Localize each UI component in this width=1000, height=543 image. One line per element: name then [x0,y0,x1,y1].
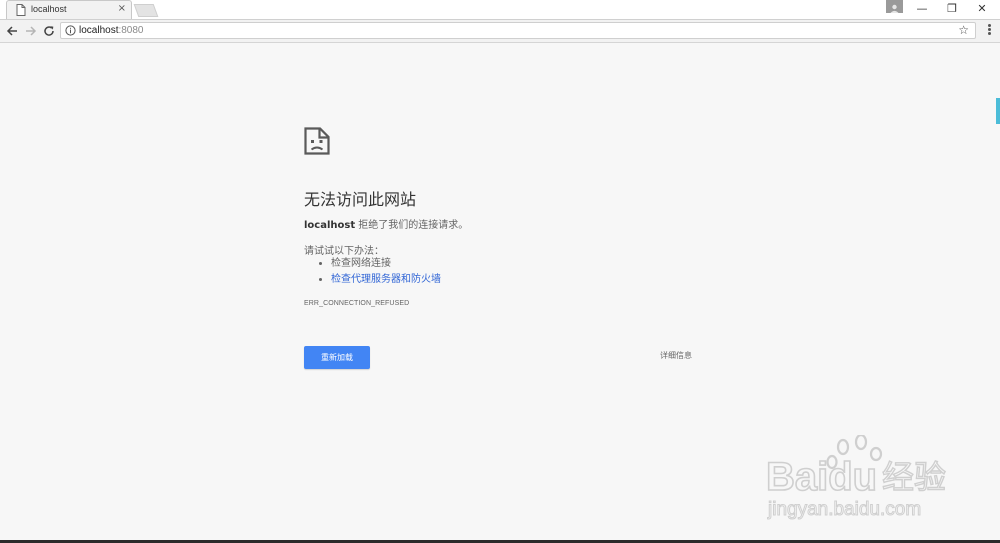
baidu-jingyan-watermark: Baidu 经验 jingyan.baidu.com [766,435,947,521]
side-edge-tab[interactable] [996,98,1000,124]
suggestion-check-proxy-link[interactable]: 检查代理服务器和防火墙 [331,274,441,285]
sad-page-icon [304,127,330,155]
error-heading: 无法访问此网站 [304,190,417,209]
suggestion-check-network: 检查网络连接 [331,258,391,269]
error-host: localhost [304,220,356,231]
new-tab-button[interactable] [133,4,159,17]
url-port: :8080 [118,25,144,36]
tab-localhost[interactable]: localhost × [6,0,132,19]
back-arrow-icon[interactable] [5,24,19,38]
url-host: localhost [79,25,119,36]
suggestions-intro: 请试试以下办法： [304,246,384,257]
suggestion-item: 检查网络连接 [331,256,441,272]
info-icon[interactable] [65,25,76,36]
suggestion-item: 检查代理服务器和防火墙 [331,272,441,288]
browser-toolbar: localhost:8080 ☆ [0,20,1000,43]
tab-title: localhost [31,4,67,14]
error-detail: localhost 拒绝了我们的连接请求。 [304,216,468,231]
suggestions-list: 检查网络连接 检查代理服务器和防火墙 [304,256,441,288]
page-icon [16,4,26,16]
close-tab-icon[interactable]: × [118,3,126,14]
forward-arrow-icon[interactable] [24,24,38,38]
reload-button[interactable]: 重新加载 [304,346,370,369]
url-text: localhost:8080 [79,25,144,36]
profile-icon[interactable] [886,0,903,13]
restore-button[interactable]: ❐ [938,0,966,19]
details-button[interactable]: 详细信息 [652,350,700,361]
more-vert-icon[interactable] [984,23,994,39]
tab-strip: localhost × — ❐ ✕ [0,0,1000,20]
error-code: ERR_CONNECTION_REFUSED [304,300,410,307]
star-icon[interactable]: ☆ [958,24,969,37]
watermark-brand: Baidu [766,455,877,499]
error-detail-text: 拒绝了我们的连接请求。 [355,220,469,231]
watermark-brand-cn: 经验 [882,458,946,496]
close-window-button[interactable]: ✕ [968,0,996,19]
watermark-url: jingyan.baidu.com [767,499,921,520]
address-bar[interactable]: localhost:8080 ☆ [60,22,976,39]
reload-icon[interactable] [42,24,56,38]
minimize-button[interactable]: — [908,0,936,19]
